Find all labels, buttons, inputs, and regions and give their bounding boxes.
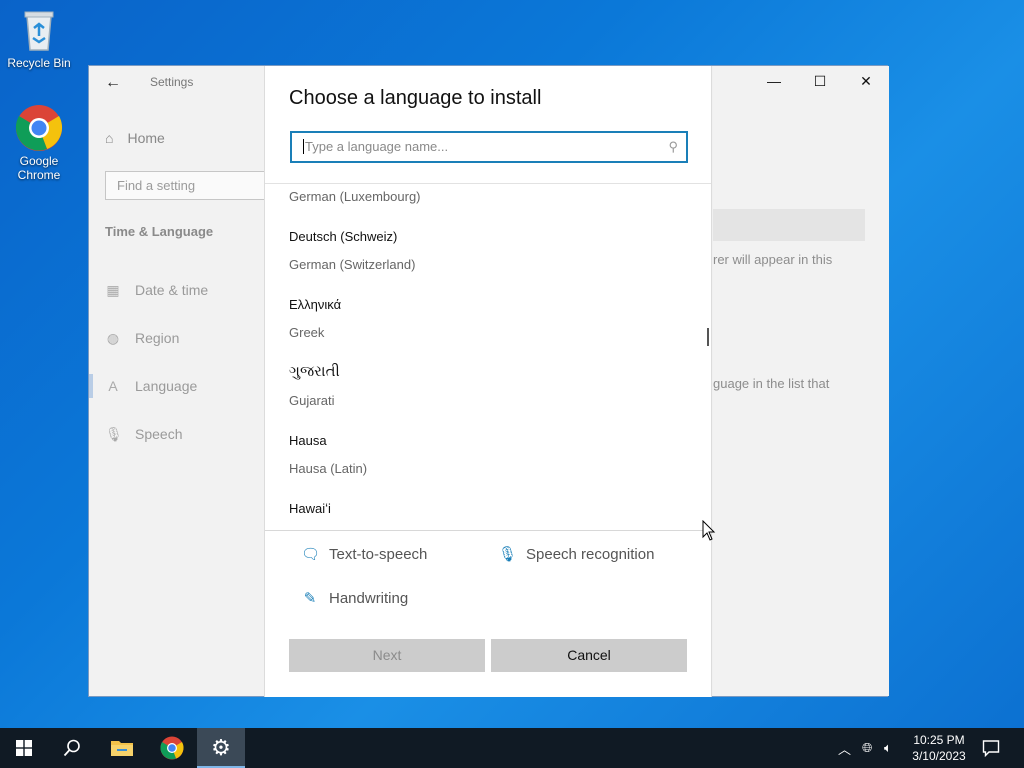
- feature-text-to-speech: 🗨︎ Text-to-speech: [301, 545, 428, 564]
- maximize-icon[interactable]: ☐: [797, 66, 843, 97]
- nav-speech-label: Speech: [135, 426, 183, 442]
- feature-handwriting: ✎ Handwriting: [301, 589, 409, 608]
- nav-date-time-label: Date & time: [135, 282, 209, 298]
- language-search-input[interactable]: Type a language name... ⚲: [290, 131, 688, 163]
- feature-speech-label: Speech recognition: [526, 545, 655, 563]
- search-placeholder: Type a language name...: [305, 139, 449, 154]
- language-list[interactable]: German (Luxembourg) Deutsch (Schweiz) Ge…: [265, 183, 711, 531]
- language-native-name[interactable]: Ελληνικά: [289, 297, 341, 312]
- chrome-icon: [15, 104, 63, 152]
- notification-icon: [982, 740, 1000, 757]
- find-setting-input[interactable]: Find a setting: [105, 171, 275, 200]
- nav-active-indicator: [89, 374, 93, 398]
- choose-language-dialog: Choose a language to install Type a lang…: [264, 66, 712, 697]
- home-icon: ⌂: [105, 130, 114, 146]
- clock-date: 3/10/2023: [912, 749, 966, 763]
- mouse-cursor-icon: [702, 519, 716, 547]
- volume-button[interactable]: 🔈︎: [884, 728, 892, 768]
- content-text: guage in the list that: [713, 376, 830, 391]
- recycle-bin-desktop-icon[interactable]: Recycle Bin: [1, 6, 77, 70]
- show-hidden-icons-button[interactable]: ︿: [838, 728, 851, 768]
- recycle-bin-label: Recycle Bin: [7, 56, 71, 70]
- nav-language-label: Language: [135, 378, 198, 394]
- chrome-icon: [160, 736, 184, 760]
- taskbar-search-button[interactable]: [48, 728, 96, 768]
- recycle-bin-icon: [15, 6, 63, 54]
- language-native-name[interactable]: Deutsch (Schweiz): [289, 229, 397, 244]
- start-button[interactable]: [0, 728, 48, 768]
- language-native-name[interactable]: Hausa: [289, 433, 327, 448]
- language-english-name[interactable]: German (Luxembourg): [289, 189, 421, 204]
- dialog-title: Choose a language to install: [289, 87, 542, 109]
- windows-logo-icon: [16, 740, 32, 756]
- microphone-icon: 🎙︎: [498, 546, 518, 563]
- settings-taskbar-button[interactable]: ⚙: [197, 728, 245, 768]
- nav-date-time[interactable]: ▦ Date & time: [105, 282, 208, 298]
- close-icon[interactable]: ✕: [843, 66, 889, 97]
- language-native-name[interactable]: Hawaiʻi: [289, 501, 331, 516]
- text-caret: [303, 139, 304, 154]
- language-english-name[interactable]: Greek: [289, 325, 324, 340]
- language-english-name[interactable]: Gujarati: [289, 393, 335, 408]
- minimize-icon[interactable]: —: [751, 66, 797, 97]
- nav-home[interactable]: ⌂ Home: [105, 130, 165, 146]
- settings-content-right: — ☐ ✕ rer will appear in this guage in t…: [713, 66, 889, 696]
- taskbar-clock[interactable]: 10:25 PM 3/10/2023: [905, 732, 973, 764]
- nav-region-label: Region: [135, 330, 180, 346]
- chevron-up-icon: ︿: [838, 741, 852, 757]
- globe-icon: 🌐︎: [862, 740, 873, 755]
- speaker-icon: 🔈︎: [884, 740, 892, 755]
- section-header: Time & Language: [105, 224, 214, 239]
- chrome-label: Google Chrome: [17, 154, 61, 182]
- content-bar: [713, 209, 865, 241]
- language-english-name[interactable]: Hausa (Latin): [289, 461, 367, 476]
- search-icon[interactable]: ⚲: [668, 139, 678, 155]
- feature-handwriting-label: Handwriting: [329, 589, 409, 607]
- feature-tts-label: Text-to-speech: [329, 545, 428, 563]
- text-to-speech-icon: 🗨︎: [301, 546, 321, 563]
- settings-sidebar: ← Settings ⌂ Home Find a setting Time & …: [89, 66, 275, 696]
- nav-language[interactable]: A Language: [105, 378, 197, 394]
- globe-icon: ◍: [106, 330, 120, 346]
- notifications-button[interactable]: [982, 728, 1000, 768]
- search-icon: [63, 739, 80, 757]
- nav-home-label: Home: [127, 130, 165, 146]
- network-button[interactable]: 🌐︎: [862, 728, 872, 768]
- file-explorer-button[interactable]: [98, 728, 146, 768]
- taskbar: ⚙ ︿ 🌐︎ 🔈︎ 10:25 PM 3/10/2023: [0, 728, 1024, 768]
- microphone-icon: 🎙︎: [105, 426, 123, 442]
- content-text: rer will appear in this: [713, 252, 833, 267]
- gear-icon: ⚙: [211, 735, 231, 760]
- language-icon: A: [108, 378, 118, 394]
- window-title: Settings: [150, 75, 194, 89]
- cancel-button[interactable]: Cancel: [491, 639, 687, 672]
- back-arrow-icon[interactable]: ←: [105, 74, 121, 92]
- next-button[interactable]: Next: [289, 639, 485, 672]
- scrollbar-thumb[interactable]: [707, 328, 709, 346]
- nav-speech[interactable]: 🎙︎ Speech: [105, 426, 182, 442]
- language-english-name[interactable]: German (Switzerland): [289, 257, 415, 272]
- handwriting-icon: ✎: [303, 590, 317, 607]
- folder-icon: [111, 741, 133, 756]
- clock-time: 10:25 PM: [913, 733, 965, 747]
- feature-speech-recognition: 🎙︎ Speech recognition: [498, 545, 655, 564]
- chrome-desktop-icon[interactable]: Google Chrome: [1, 104, 77, 182]
- calendar-icon: ▦: [106, 282, 120, 298]
- nav-region[interactable]: ◍ Region: [105, 330, 179, 346]
- chrome-taskbar-button[interactable]: [148, 728, 196, 768]
- language-native-name[interactable]: ગુજરાતી: [289, 363, 340, 380]
